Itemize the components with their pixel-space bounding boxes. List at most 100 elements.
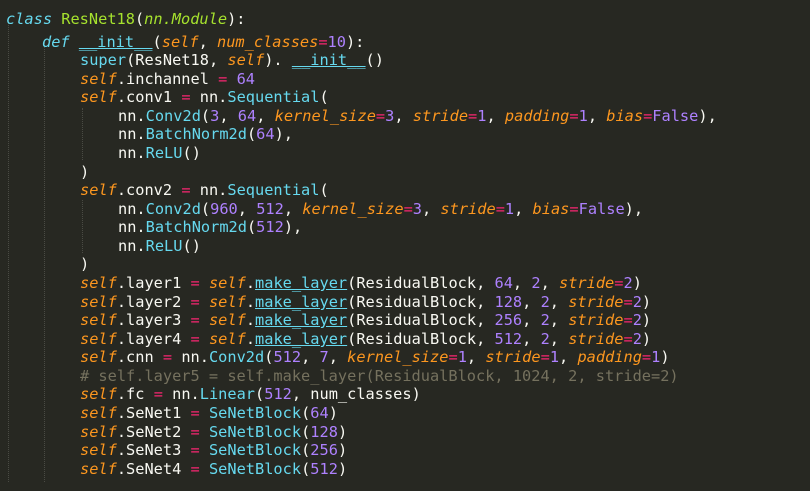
code-token: = [623,330,633,348]
code-line[interactable]: nn.ReLU() [118,237,201,256]
code-line[interactable]: self.inchannel = 64 [80,70,255,89]
code-line[interactable]: nn.Conv2d(3, 64, kernel_size=3, stride=1… [118,107,717,126]
code-token: . [245,293,256,311]
code-line[interactable]: # self.layer5 = self.make_layer(Residual… [80,367,679,386]
code-line[interactable]: self.SeNet2 = SeNetBlock(128) [80,423,347,442]
code-token: = [495,200,505,218]
code-line[interactable]: self.SeNet4 = SeNetBlock(512) [80,460,347,479]
code-token: self [80,441,117,459]
code-token: ) [641,293,652,311]
code-token: .SeNet4 [116,460,191,478]
code-token: ) [80,255,90,273]
code-token: make_layer [255,311,348,329]
code-line[interactable]: self.layer3 = self.make_layer(ResidualBl… [80,311,651,330]
code-token: = [190,460,200,478]
code-token: , num_classes) [291,385,421,403]
code-editor[interactable]: class ResNet18(nn.Module): def __init__(s… [0,0,810,491]
code-line[interactable]: self.SeNet1 = SeNetBlock(64) [80,404,338,423]
code-line[interactable]: nn.ReLU() [118,144,201,163]
code-token: ) [337,423,348,441]
code-token: Conv2d [145,200,201,218]
code-token: .conv1 [116,88,182,106]
code-token: 64 [310,404,329,422]
code-token: = [190,311,200,329]
code-token: (ResidualBlock, [347,293,495,311]
code-token: .SeNet2 [116,423,191,441]
code-token: , [522,293,541,311]
code-line[interactable]: self.layer2 = self.make_layer(ResidualBl… [80,293,651,312]
code-token: bias [606,107,644,125]
code-token: , [328,348,348,366]
code-token: self [80,88,117,106]
code-token: self [80,348,117,366]
code-token: nn. [118,125,146,143]
code-token: ), [624,200,644,218]
code-token: ( [200,107,211,125]
code-token: self [208,330,246,348]
code-token: , [549,311,569,329]
code-line[interactable]: self.cnn = nn.Conv2d(512, 7, kernel_size… [80,348,670,367]
code-line[interactable]: self.layer4 = self.make_layer(ResidualBl… [80,330,651,349]
code-token: = [218,70,228,88]
code-token: .conv2 [116,181,182,199]
code-token: ( [301,441,311,459]
code-token: ) [660,348,670,366]
code-token: self [227,51,265,69]
code-token: Sequential [227,88,320,106]
code-token: = [190,404,200,422]
code-line[interactable]: class ResNet18(nn.Module): [6,10,245,29]
code-token: ) [337,460,348,478]
code-token: self [80,385,117,403]
code-token: , [394,107,413,125]
code-token: stride [568,311,624,329]
code-token: ReLU [145,237,183,255]
code-token: 128 [494,293,523,311]
code-token: class [6,10,62,28]
code-token: , [549,293,569,311]
code-token: , [522,311,541,329]
code-line[interactable]: nn.Conv2d(960, 512, kernel_size=3, strid… [118,200,643,219]
code-token: False [652,107,699,125]
code-token: 960 [210,200,238,218]
indent-guide [8,22,9,482]
code-token: .layer3 [116,311,191,329]
code-line[interactable]: self.layer1 = self.make_layer(ResidualBl… [80,274,642,293]
code-token: 64 [227,70,256,88]
code-token: SeNetBlock [208,423,302,441]
code-token: self [80,460,117,478]
code-token: 256 [494,311,523,329]
code-line[interactable]: self.fc = nn.Linear(512, num_classes) [80,385,421,404]
code-token: self [208,274,246,292]
code-line[interactable]: nn.BatchNorm2d(512), [118,218,302,237]
code-token: 2 [632,311,642,329]
code-line[interactable]: self.conv2 = nn.Sequential( [80,181,329,200]
code-token: ( [301,423,311,441]
code-line[interactable]: ) [80,255,89,274]
code-line[interactable]: self.SeNet3 = SeNetBlock(256) [80,441,347,460]
code-line[interactable]: super(ResNet18, self). __init__() [80,51,384,70]
code-token: make_layer [255,293,348,311]
code-token: nn.Module [144,10,228,28]
code-token: bias [532,200,570,218]
code-token: nn. [118,218,146,236]
code-line[interactable]: self.conv1 = nn.Sequential( [80,88,329,107]
code-token: 1 [549,348,560,366]
code-token: Linear [199,385,256,403]
code-token: 2 [540,311,550,329]
code-token: nn. [118,237,146,255]
code-line[interactable]: nn.BatchNorm2d(64), [118,125,293,144]
code-token: self [80,293,117,311]
code-token: kernel_size [302,200,404,218]
code-token: 512 [273,348,302,366]
code-line[interactable]: ) [80,163,89,182]
code-token: ( [246,218,257,236]
code-token: ( [255,385,265,403]
code-token: False [578,200,625,218]
code-line[interactable]: def __init__(self, num_classes=10): [42,33,364,52]
code-token: 2 [623,274,633,292]
code-token: = [190,423,200,441]
code-token: Conv2d [208,348,265,366]
code-token: BatchNorm2d [145,218,247,236]
